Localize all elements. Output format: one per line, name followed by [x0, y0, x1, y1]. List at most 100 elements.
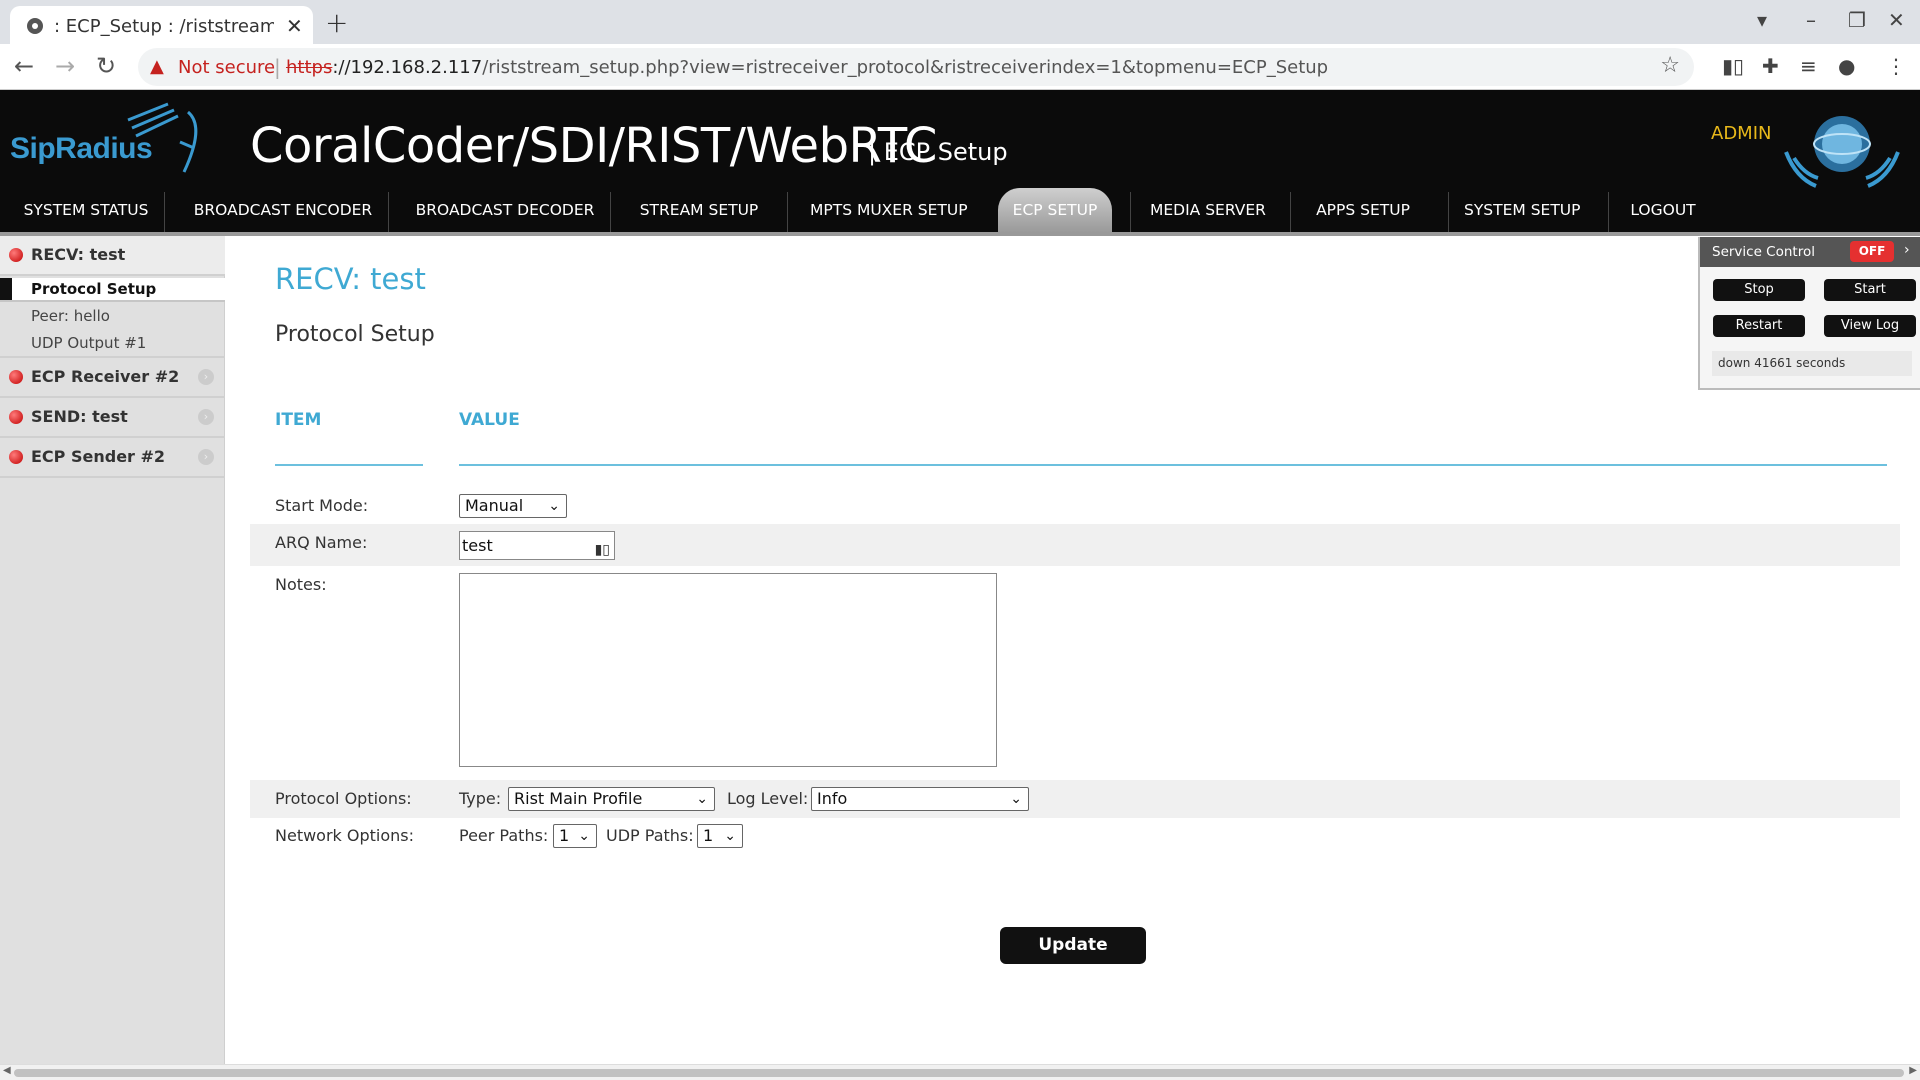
menu-dots-icon[interactable]: ⋮ [1886, 54, 1906, 78]
chevron-right-icon[interactable]: › [198, 369, 214, 385]
browser-tab-strip: : ECP_Setup : /riststream_ ✕ + ▾ – ❐ ✕ [0, 0, 1920, 44]
arq-name-input[interactable]: test ▮▯ [459, 531, 615, 560]
start-mode-select[interactable]: Manual ⌄ [459, 494, 567, 518]
nav-mpts-muxer-setup[interactable]: MPTS MUXER SETUP [810, 188, 968, 232]
globe-signal-icon [1784, 116, 1900, 188]
service-state-badge[interactable]: OFF [1850, 241, 1894, 262]
nav-divider [1608, 192, 1609, 232]
logo-text: SipRadius [10, 132, 153, 165]
chevron-right-icon[interactable]: › [198, 409, 214, 425]
peer-paths-value: 1 [559, 826, 570, 845]
minimize-icon[interactable]: – [1806, 8, 1816, 32]
peer-paths-select[interactable]: 1 ⌄ [553, 824, 597, 848]
sipradius-logo[interactable]: SipRadius [10, 102, 200, 182]
view-log-button[interactable]: View Log [1824, 315, 1916, 337]
udp-paths-select[interactable]: 1 ⌄ [697, 824, 743, 848]
password-manager-icon[interactable]: ▮▯ [595, 537, 610, 564]
scrollbar-thumb[interactable] [14, 1069, 1904, 1077]
nav-stream-setup[interactable]: STREAM SETUP [636, 188, 762, 232]
forward-arrow-icon[interactable]: → [55, 52, 75, 80]
nav-logout[interactable]: LOGOUT [1628, 188, 1698, 232]
sidebar-group-ecp-sender-2[interactable]: ECP Sender #2 › [0, 438, 225, 476]
url-protocol: https [286, 57, 333, 78]
nav-divider [164, 192, 165, 232]
url-separator: | [274, 55, 281, 79]
type-value: Rist Main Profile [514, 789, 643, 808]
sidebar-group-send-test[interactable]: SEND: test › [0, 398, 225, 436]
user-label[interactable]: ADMIN [1711, 123, 1771, 144]
nav-apps-setup[interactable]: APPS SETUP [1312, 188, 1414, 232]
udp-paths-value: 1 [703, 826, 714, 845]
column-header-value: VALUE [459, 410, 520, 430]
arq-name-value: test [462, 536, 493, 555]
sidebar-group-ecp-receiver-2[interactable]: ECP Receiver #2 › [0, 358, 225, 396]
chevron-right-icon[interactable]: › [1904, 242, 1910, 258]
start-mode-value: Manual [465, 496, 524, 515]
nav-divider [388, 192, 389, 232]
nav-divider [1448, 192, 1449, 232]
status-red-icon [9, 410, 23, 424]
nav-system-status[interactable]: SYSTEM STATUS [18, 188, 154, 232]
extension-icon[interactable]: ▮▯ [1722, 54, 1744, 78]
horizontal-scrollbar[interactable]: ◀ ▶ [0, 1064, 1920, 1080]
url-text[interactable]: https://192.168.2.117/riststream_setup.p… [286, 57, 1328, 78]
service-control-title: Service Control [1712, 244, 1815, 260]
browser-tab[interactable]: : ECP_Setup : /riststream_ ✕ [10, 6, 313, 44]
restore-icon[interactable]: ❐ [1848, 8, 1866, 32]
new-tab-button[interactable]: + [325, 6, 348, 39]
nav-divider [610, 192, 611, 232]
media-queue-icon[interactable]: ≡ [1800, 54, 1817, 78]
sidebar-group-label: SEND: test [31, 407, 128, 426]
back-arrow-icon[interactable]: ← [14, 52, 34, 80]
sidebar-item-peer-hello[interactable]: Peer: hello [31, 307, 110, 325]
sidebar-active-marker [0, 278, 12, 300]
status-red-icon [9, 248, 23, 262]
log-level-select[interactable]: Info ⌄ [811, 787, 1029, 811]
start-button[interactable]: Start [1824, 279, 1916, 301]
notes-label: Notes: [275, 575, 327, 594]
puzzle-icon[interactable]: ✚ [1762, 54, 1779, 78]
status-red-icon [9, 450, 23, 464]
chevron-down-icon: ⌄ [696, 791, 708, 807]
update-button[interactable]: Update [1000, 927, 1146, 964]
type-select[interactable]: Rist Main Profile ⌄ [508, 787, 715, 811]
profile-avatar-icon[interactable]: ● [1838, 54, 1855, 78]
app-title: CoralCoder/SDI/RIST/WebRTC [250, 118, 937, 174]
close-tab-icon[interactable]: ✕ [286, 14, 303, 38]
url-path: /riststream_setup.php?view=ristreceiver_… [482, 57, 1329, 78]
sidebar-group-recv-test[interactable]: RECV: test [0, 236, 225, 274]
log-level-label: Log Level: [727, 789, 809, 808]
notes-textarea[interactable] [459, 573, 997, 767]
column-underline [275, 464, 423, 466]
scroll-left-icon[interactable]: ◀ [3, 1065, 11, 1076]
bookmark-star-icon[interactable]: ☆ [1660, 53, 1680, 78]
peer-paths-label: Peer Paths: [459, 826, 549, 845]
sidebar-group-label: ECP Sender #2 [31, 447, 166, 466]
tab-search-icon[interactable]: ▾ [1757, 8, 1767, 32]
nav-broadcast-encoder[interactable]: BROADCAST ENCODER [190, 188, 376, 232]
nav-divider [787, 192, 788, 232]
top-navigation: SYSTEM STATUS BROADCAST ENCODER BROADCAS… [0, 188, 1920, 232]
security-label[interactable]: Not secure [178, 57, 275, 78]
sidebar-item-udp-output[interactable]: UDP Output #1 [31, 334, 146, 352]
nav-media-server[interactable]: MEDIA SERVER [1150, 188, 1266, 232]
sidebar-item-protocol-setup[interactable]: Protocol Setup [31, 280, 156, 298]
warning-icon: ▲ [150, 56, 164, 77]
nav-system-setup[interactable]: SYSTEM SETUP [1464, 188, 1581, 232]
chevron-down-icon: ⌄ [548, 498, 560, 514]
reload-icon[interactable]: ↻ [96, 52, 116, 80]
start-mode-label: Start Mode: [275, 496, 369, 515]
stop-button[interactable]: Stop [1713, 279, 1805, 301]
close-window-icon[interactable]: ✕ [1888, 8, 1905, 32]
section-title: Protocol Setup [275, 322, 435, 347]
service-control-header: Service Control OFF › [1700, 237, 1920, 267]
nav-ecp-setup[interactable]: ECP SETUP [998, 188, 1112, 232]
url-bar[interactable]: ▲ Not secure | https://192.168.2.117/ris… [138, 48, 1694, 86]
scroll-right-icon[interactable]: ▶ [1909, 1065, 1917, 1076]
nav-broadcast-decoder[interactable]: BROADCAST DECODER [412, 188, 598, 232]
app-subtitle: | ECP Setup [868, 138, 1008, 166]
column-header-item: ITEM [275, 410, 322, 430]
chevron-right-icon[interactable]: › [198, 449, 214, 465]
restart-button[interactable]: Restart [1713, 315, 1805, 337]
log-level-value: Info [817, 789, 848, 808]
